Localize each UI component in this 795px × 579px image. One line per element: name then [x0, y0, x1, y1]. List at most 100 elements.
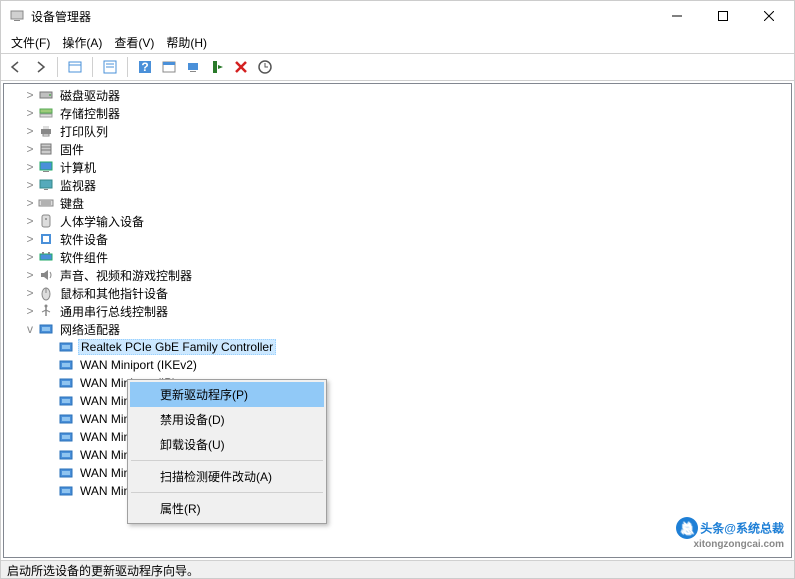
tree-label: 人体学输入设备 [58, 213, 146, 230]
context-menu-item[interactable]: 禁用设备(D) [130, 407, 324, 432]
window-controls [654, 1, 792, 31]
scan-button[interactable] [182, 56, 204, 78]
titlebar: 设备管理器 [1, 1, 794, 31]
menu-view[interactable]: 查看(V) [108, 32, 160, 53]
network-adapter-icon [58, 483, 74, 499]
tree-device[interactable]: WAN Miniport (IPv6) [4, 392, 791, 410]
menu-file[interactable]: 文件(F) [5, 32, 56, 53]
tree-device[interactable]: WAN Miniport (IKEv2) [4, 356, 791, 374]
expand-icon[interactable]: > [22, 304, 38, 318]
expand-icon[interactable]: > [22, 142, 38, 156]
tree-category[interactable]: >软件组件 [4, 248, 791, 266]
menu-separator [131, 460, 323, 461]
tree-category[interactable]: > 鼠标和其他指针设备 [4, 284, 791, 302]
minimize-button[interactable] [654, 1, 700, 31]
tree-category-network[interactable]: v 网络适配器 [4, 320, 791, 338]
app-icon [9, 8, 25, 24]
network-adapter-icon [58, 465, 74, 481]
context-menu-item[interactable]: 更新驱动程序(P) [130, 382, 324, 407]
tree-device[interactable]: WAN Miniport (Network Monitor) [4, 428, 791, 446]
menubar: 文件(F) 操作(A) 查看(V) 帮助(H) [1, 31, 794, 53]
expand-icon[interactable]: > [22, 106, 38, 120]
monitor-icon [38, 177, 54, 193]
help-button[interactable]: ? [134, 56, 156, 78]
expand-icon[interactable]: > [22, 268, 38, 282]
maximize-button[interactable] [700, 1, 746, 31]
expand-icon[interactable]: > [22, 232, 38, 246]
tree-label: 固件 [58, 141, 86, 158]
context-menu-item[interactable]: 属性(R) [130, 496, 324, 521]
tree-device[interactable]: WAN Miniport (L2TP) [4, 410, 791, 428]
tree-category[interactable]: > 固件 [4, 140, 791, 158]
properties-button[interactable] [99, 56, 121, 78]
tree-category[interactable]: > 监视器 [4, 176, 791, 194]
keyboard-icon [38, 195, 54, 211]
expand-icon[interactable]: > [22, 160, 38, 174]
expand-icon[interactable]: > [22, 196, 38, 210]
forward-button[interactable] [29, 56, 51, 78]
close-button[interactable] [746, 1, 792, 31]
tree-device[interactable]: WAN Miniport (SSTP) [4, 482, 791, 500]
tree-device[interactable]: WAN Miniport (PPPOE) [4, 446, 791, 464]
device-tree[interactable]: >磁盘驱动器>存储控制器>打印队列>固件>计算机>监视器>键盘>人体学输入设备>… [3, 83, 792, 558]
tree-category[interactable]: > 通用串行总线控制器 [4, 302, 791, 320]
tree-label: 网络适配器 [58, 321, 122, 338]
expand-icon[interactable]: > [22, 178, 38, 192]
network-adapter-icon [58, 339, 74, 355]
watermark-badge-icon: 总 [676, 517, 698, 539]
collapse-icon[interactable]: v [22, 322, 38, 336]
menu-action[interactable]: 操作(A) [56, 32, 108, 53]
context-menu-item[interactable]: 卸载设备(U) [130, 432, 324, 457]
update-button[interactable] [254, 56, 276, 78]
network-adapter-icon [58, 447, 74, 463]
watermark-sub: xitongzongcai.com [676, 539, 784, 550]
printer-icon [38, 123, 54, 139]
menu-help[interactable]: 帮助(H) [160, 32, 213, 53]
disk-icon [38, 87, 54, 103]
back-button[interactable] [5, 56, 27, 78]
uninstall-button[interactable] [230, 56, 252, 78]
network-adapter-icon [58, 357, 74, 373]
network-icon [38, 321, 54, 337]
context-menu-item[interactable]: 扫描检测硬件改动(A) [130, 464, 324, 489]
tree-category[interactable]: > 声音、视频和游戏控制器 [4, 266, 791, 284]
expand-icon[interactable]: > [22, 88, 38, 102]
expand-icon[interactable]: > [22, 124, 38, 138]
svg-text:?: ? [141, 60, 148, 74]
tree-category[interactable]: > 计算机 [4, 158, 791, 176]
action-button[interactable] [158, 56, 180, 78]
watermark: 总头条@系统总裁 xitongzongcai.com [676, 517, 784, 550]
tree-category[interactable]: >打印队列 [4, 122, 791, 140]
network-adapter-icon [58, 393, 74, 409]
tree-device[interactable]: Realtek PCIe GbE Family Controller [4, 338, 791, 356]
tree-category[interactable]: >磁盘驱动器 [4, 86, 791, 104]
expand-icon[interactable]: > [22, 286, 38, 300]
tree-device[interactable]: WAN Miniport (IP) [4, 374, 791, 392]
enable-button[interactable] [206, 56, 228, 78]
tree-label: 计算机 [58, 159, 98, 176]
show-hide-button[interactable] [64, 56, 86, 78]
tree-device[interactable]: WAN Miniport (PPTP) [4, 464, 791, 482]
watermark-text: 头条@系统总裁 [700, 522, 784, 536]
tree-category[interactable]: > 人体学输入设备 [4, 212, 791, 230]
network-adapter-icon [58, 375, 74, 391]
component-icon [38, 249, 54, 265]
network-adapter-icon [58, 429, 74, 445]
tree-label: 通用串行总线控制器 [58, 303, 170, 320]
tree-label: 鼠标和其他指针设备 [58, 285, 170, 302]
expand-icon[interactable]: > [22, 214, 38, 228]
tree-label: 声音、视频和游戏控制器 [58, 267, 194, 284]
statusbar: 启动所选设备的更新驱动程序向导。 [1, 560, 794, 578]
software-icon [38, 231, 54, 247]
tree-label: Realtek PCIe GbE Family Controller [78, 339, 276, 355]
tree-category[interactable]: > 软件设备 [4, 230, 791, 248]
storage-icon [38, 105, 54, 121]
tree-category[interactable]: >存储控制器 [4, 104, 791, 122]
tree-category[interactable]: > 键盘 [4, 194, 791, 212]
computer-icon [38, 159, 54, 175]
tree-label: 软件设备 [58, 231, 110, 248]
expand-icon[interactable]: > [22, 250, 38, 264]
tree-label: 监视器 [58, 177, 98, 194]
network-adapter-icon [58, 411, 74, 427]
tree-label: 键盘 [58, 195, 86, 212]
